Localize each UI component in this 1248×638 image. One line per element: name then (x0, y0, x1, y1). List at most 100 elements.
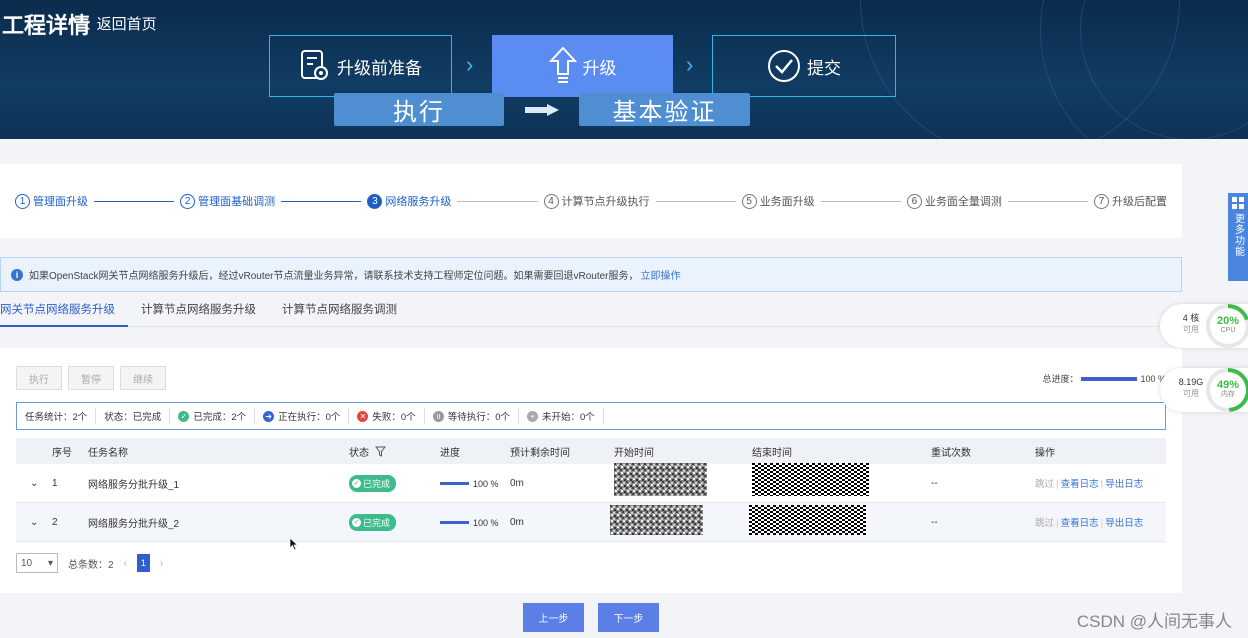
phase-prepare[interactable]: 升级前准备 (269, 35, 452, 97)
prev-step-button[interactable]: 上一步 (523, 603, 584, 632)
row-retries: -- (931, 516, 938, 528)
page-number[interactable]: 1 (136, 554, 150, 572)
check-circle-icon (768, 50, 800, 82)
filter-icon[interactable] (375, 446, 386, 457)
stepper-item-7[interactable]: 7 升级后配置 (1094, 193, 1167, 209)
stepper-item-3[interactable]: 3 网络服务升级 (367, 193, 451, 209)
stepper-item-4[interactable]: 4 计算节点升级执行 (543, 193, 650, 209)
more-functions-label: 更多功能 (1232, 213, 1244, 257)
memory-label: 内存 (1221, 391, 1235, 398)
row-start-time (614, 463, 752, 499)
stepper-item-6[interactable]: 6 业务面全量调测 (906, 193, 1002, 209)
stat-running-text: 正在执行：0个 (278, 412, 341, 423)
step-number: 1 (15, 193, 30, 209)
cpu-available-label: 可用 (1183, 325, 1199, 334)
tab-compute-debug[interactable]: 计算节点网络服务调测 (269, 295, 410, 327)
view-log-link[interactable]: 查看日志 (1061, 479, 1099, 490)
stepper-item-5[interactable]: 5 业务面升级 (741, 193, 815, 209)
check-icon: ✓ (352, 478, 361, 488)
pause-button[interactable]: 暂停 (68, 366, 114, 390)
stepper-connector (281, 200, 362, 202)
stepper-item-1[interactable]: 1 管理面升级 (15, 193, 88, 209)
stat-status: 状态：已完成 (96, 408, 171, 424)
step-label: 业务面全量调测 (924, 196, 1002, 208)
memory-available-label: 可用 (1183, 389, 1199, 398)
skip-link[interactable]: 跳过 (1035, 479, 1054, 490)
step-number: 4 (543, 193, 559, 209)
col-end-time: 结束时间 (752, 447, 792, 459)
memory-gauge: 49% 内存 (1206, 368, 1248, 412)
sub-step-execute[interactable]: 执行 (334, 93, 504, 126)
header-banner: 工程详情 ‹ 返回首页 升级前准备 › 升级 › 提交 执行 基本验证 (0, 0, 1248, 139)
progress-value: 100 % (473, 517, 499, 528)
phase-upgrade[interactable]: 升级 (492, 35, 673, 97)
more-functions-button[interactable]: 更多功能 (1228, 193, 1248, 281)
cpu-percent: 20% (1216, 315, 1240, 327)
phase-submit[interactable]: 提交 (712, 35, 896, 97)
chevron-down-icon[interactable]: ⌄ (16, 517, 52, 528)
row-progress: 100 % (440, 477, 510, 489)
table-row: ⌄ 1 网络服务分批升级_1 ✓ 已完成 100 % 0m -- 跳过 | 查看日志 |… (16, 463, 1166, 503)
step-number: 6 (906, 193, 922, 209)
divider: | (1056, 479, 1059, 490)
progress-bar (440, 521, 469, 525)
divider: | (1100, 518, 1104, 529)
task-stats-bar: 任务统计：2个 状态：已完成 ✓ 已完成：2个 ➜ 正在执行：0个 ✕ 失败：0个 ॥… (16, 402, 1166, 430)
step-label: 计算节点升级执行 (561, 196, 650, 208)
sub-step-verify[interactable]: 基本验证 (579, 93, 750, 126)
execute-button[interactable]: 执行 (16, 366, 62, 390)
cpu-label: CPU (1220, 327, 1236, 334)
stepper-connector (457, 200, 538, 202)
stat-total: 任务统计：2个 (17, 408, 97, 424)
step-label: 管理面升级 (33, 196, 88, 208)
stepper-item-2[interactable]: 2 管理面基础调测 (180, 193, 275, 209)
watermark: CSDN @人间无事人 (1076, 612, 1232, 631)
next-page-icon[interactable]: › (160, 558, 163, 569)
cpu-widget: 4 核可用 20% CPU (1160, 304, 1248, 348)
next-step-button[interactable]: 下一步 (598, 603, 659, 632)
stat-status-text: 状态：已完成 (104, 412, 162, 423)
prev-page-icon[interactable]: ‹ (124, 558, 127, 569)
pagination: 10 ▾ 总条数：2 ‹ 1 › (16, 553, 163, 573)
page-title: 工程详情 (2, 13, 91, 38)
resume-button[interactable]: 继续 (120, 366, 166, 390)
col-start-time: 开始时间 (614, 447, 654, 459)
stat-done[interactable]: ✓ 已完成：2个 (170, 408, 256, 424)
phase-submit-label: 提交 (807, 58, 841, 78)
view-log-link[interactable]: 查看日志 (1061, 518, 1099, 529)
cpu-gauge: 20% CPU (1206, 304, 1248, 348)
status-badge: ✓ 已完成 (349, 513, 397, 531)
stat-running[interactable]: ➜ 正在执行：0个 (255, 408, 350, 424)
row-status: ✓ 已完成 (349, 513, 440, 531)
row-actions: 跳过 | 查看日志 | 导出日志 (1035, 515, 1145, 529)
stepper-connector (820, 200, 901, 202)
tab-gateway-upgrade[interactable]: 网关节点网络服务升级 (0, 295, 128, 327)
page-size-select[interactable]: 10 ▾ (16, 553, 58, 573)
stat-failed-text: 失败：0个 (372, 412, 416, 423)
total-count: 总条数：2 (68, 559, 114, 571)
memory-widget: 8.19G 可用 49% 内存 (1160, 368, 1248, 412)
info-icon: i (11, 268, 23, 281)
arrow-up-icon (548, 46, 577, 83)
stat-not-started[interactable]: • 未开始：0个 (519, 408, 604, 424)
stat-waiting[interactable]: ॥ 等待执行：0个 (425, 408, 519, 424)
back-home-link[interactable]: ‹ 返回首页 (84, 12, 157, 36)
stat-total-text: 任务统计：2个 (25, 412, 88, 423)
skip-link[interactable]: 跳过 (1035, 518, 1054, 529)
divider: | (1056, 518, 1059, 529)
stat-failed[interactable]: ✕ 失败：0个 (349, 408, 425, 424)
chevron-down-icon[interactable]: ⌄ (16, 478, 52, 489)
close-icon: ✕ (357, 410, 369, 422)
export-log-link[interactable]: 导出日志 (1105, 479, 1143, 490)
col-status: 状态 (349, 444, 440, 459)
divider: | (1100, 479, 1104, 490)
redacted-checker-image (749, 505, 866, 535)
info-text: 如果OpenStack网关节点网络服务升级后，经过vRouter节点流量业务异常… (29, 271, 639, 282)
export-log-link[interactable]: 导出日志 (1105, 518, 1143, 529)
stat-done-text: 已完成：2个 (193, 412, 247, 423)
rollback-link[interactable]: 立即操作 (641, 267, 681, 282)
tab-compute-upgrade[interactable]: 计算节点网络服务升级 (128, 295, 269, 327)
row-remaining: 0m (510, 477, 524, 489)
chevron-right-icon: › (466, 52, 474, 77)
redacted-noise-image (614, 463, 707, 496)
